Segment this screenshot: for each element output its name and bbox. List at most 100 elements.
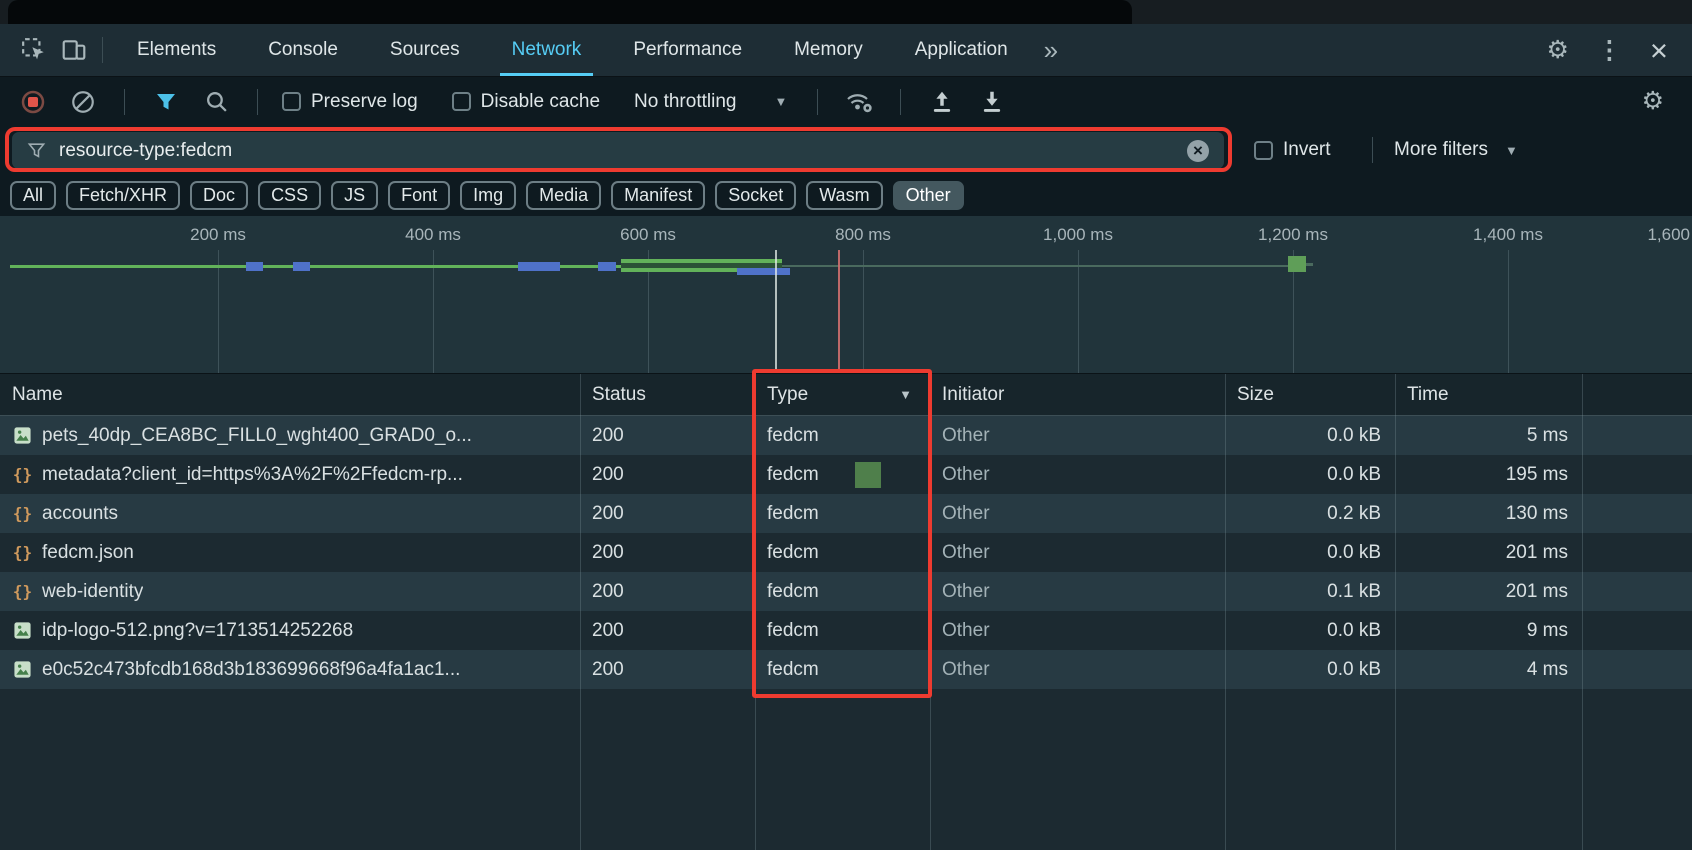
import-har-icon[interactable] xyxy=(925,85,959,119)
request-name-cell[interactable]: accounts xyxy=(0,503,580,525)
column-header-time[interactable]: Time xyxy=(1395,384,1582,406)
request-row[interactable]: fedcm.json 200 fedcm Other 0.0 kB 201 ms xyxy=(0,533,1692,572)
request-size: 0.0 kB xyxy=(1225,464,1395,486)
chip-font[interactable]: Font xyxy=(388,181,450,210)
network-conditions-icon[interactable] xyxy=(842,85,876,119)
checkbox-box xyxy=(1254,141,1273,160)
request-name: fedcm.json xyxy=(42,542,134,564)
tab-console[interactable]: Console xyxy=(242,24,364,76)
filter-icon xyxy=(27,141,46,160)
request-name-cell[interactable]: e0c52c473bfcdb168d3b183699668f96a4fa1ac1… xyxy=(0,659,580,681)
network-overview-timeline[interactable]: 200 ms 400 ms 600 ms 800 ms 1,000 ms 1,2… xyxy=(0,216,1692,374)
chevron-down-icon: ▼ xyxy=(774,94,787,109)
table-header: Name Status Type ▼ Initiator Size Time xyxy=(0,374,1692,416)
timeline-gridline xyxy=(863,250,864,374)
timeline-tick: 1,200 ms xyxy=(1258,225,1328,245)
chip-doc[interactable]: Doc xyxy=(190,181,248,210)
clear-filter-icon[interactable]: × xyxy=(1187,140,1209,162)
tab-memory[interactable]: Memory xyxy=(768,24,889,76)
tab-elements[interactable]: Elements xyxy=(111,24,242,76)
request-status: 200 xyxy=(580,464,755,486)
preserve-log-checkbox[interactable]: Preserve log xyxy=(282,91,418,113)
filter-input[interactable]: resource-type:fedcm × xyxy=(12,132,1224,169)
tab-sources[interactable]: Sources xyxy=(364,24,486,76)
chip-other[interactable]: Other xyxy=(893,181,964,210)
request-status: 200 xyxy=(580,620,755,642)
request-initiator[interactable]: Other xyxy=(930,542,1225,564)
request-initiator[interactable]: Other xyxy=(930,503,1225,525)
image-file-icon xyxy=(12,659,33,680)
request-row[interactable]: accounts 200 fedcm Other 0.2 kB 130 ms xyxy=(0,494,1692,533)
request-name-cell[interactable]: web-identity xyxy=(0,581,580,603)
tab-network[interactable]: Network xyxy=(486,24,608,76)
export-har-icon[interactable] xyxy=(975,85,1009,119)
inspect-element-icon[interactable] xyxy=(14,30,54,70)
chip-js[interactable]: JS xyxy=(331,181,378,210)
request-row[interactable]: pets_40dp_CEA8BC_FILL0_wght400_GRAD0_o..… xyxy=(0,416,1692,455)
invert-filter-checkbox[interactable]: Invert xyxy=(1254,139,1331,161)
filter-toggle-icon[interactable] xyxy=(149,85,183,119)
timeline-tick: 800 ms xyxy=(835,225,891,245)
record-network-log-icon[interactable] xyxy=(16,85,50,119)
chip-img[interactable]: Img xyxy=(460,181,516,210)
throttling-select[interactable]: No throttling ▼ xyxy=(634,91,787,113)
request-name-cell[interactable]: fedcm.json xyxy=(0,542,580,564)
column-separator[interactable] xyxy=(1395,374,1396,850)
chip-fetch-xhr[interactable]: Fetch/XHR xyxy=(66,181,180,210)
request-row[interactable]: web-identity 200 fedcm Other 0.1 kB 201 … xyxy=(0,572,1692,611)
devtools-tab-bar: Elements Console Sources Network Perform… xyxy=(0,24,1692,77)
request-size: 0.0 kB xyxy=(1225,542,1395,564)
column-separator[interactable] xyxy=(930,374,931,850)
column-separator[interactable] xyxy=(1225,374,1226,850)
request-row[interactable]: e0c52c473bfcdb168d3b183699668f96a4fa1ac1… xyxy=(0,650,1692,689)
request-row[interactable]: metadata?client_id=https%3A%2F%2Ffedcm-r… xyxy=(0,455,1692,494)
request-initiator[interactable]: Other xyxy=(930,464,1225,486)
tab-application[interactable]: Application xyxy=(889,24,1034,76)
column-header-initiator[interactable]: Initiator xyxy=(930,384,1225,406)
divider xyxy=(1372,137,1373,163)
request-initiator[interactable]: Other xyxy=(930,659,1225,681)
request-name-cell[interactable]: metadata?client_id=https%3A%2F%2Ffedcm-r… xyxy=(0,464,580,486)
requests-table: Name Status Type ▼ Initiator Size Time p… xyxy=(0,374,1692,850)
request-initiator[interactable]: Other xyxy=(930,581,1225,603)
search-icon[interactable] xyxy=(199,85,233,119)
request-type: fedcm xyxy=(755,464,930,486)
request-initiator[interactable]: Other xyxy=(930,425,1225,447)
timeline-tick: 400 ms xyxy=(405,225,461,245)
filter-query-text: resource-type:fedcm xyxy=(59,140,232,162)
device-toolbar-icon[interactable] xyxy=(54,30,94,70)
chip-wasm[interactable]: Wasm xyxy=(806,181,882,210)
column-header-type[interactable]: Type ▼ xyxy=(755,384,930,406)
network-settings-gear-icon[interactable]: ⚙ xyxy=(1642,89,1664,114)
timeline-gridline xyxy=(1508,250,1509,374)
request-name-cell[interactable]: pets_40dp_CEA8BC_FILL0_wght400_GRAD0_o..… xyxy=(0,425,580,447)
chip-socket[interactable]: Socket xyxy=(715,181,796,210)
more-filters-dropdown[interactable]: More filters ▼ xyxy=(1394,126,1518,174)
column-header-status[interactable]: Status xyxy=(580,384,755,406)
timeline-tick: 1,000 ms xyxy=(1043,225,1113,245)
json-file-icon xyxy=(12,581,33,602)
network-filter-row: resource-type:fedcm × Invert More filter… xyxy=(0,126,1692,174)
chip-css[interactable]: CSS xyxy=(258,181,321,210)
chip-media[interactable]: Media xyxy=(526,181,601,210)
clear-network-log-icon[interactable] xyxy=(66,85,100,119)
request-time: 4 ms xyxy=(1395,659,1582,681)
more-tabs-icon[interactable]: » xyxy=(1034,35,1068,66)
request-name-cell[interactable]: idp-logo-512.png?v=1713514252268 xyxy=(0,620,580,642)
column-separator[interactable] xyxy=(755,374,756,850)
chip-all[interactable]: All xyxy=(10,181,56,210)
column-header-name[interactable]: Name xyxy=(0,384,580,406)
tab-label: Network xyxy=(512,39,582,61)
disable-cache-checkbox[interactable]: Disable cache xyxy=(452,91,600,113)
tab-performance[interactable]: Performance xyxy=(607,24,768,76)
request-row[interactable]: idp-logo-512.png?v=1713514252268 200 fed… xyxy=(0,611,1692,650)
close-devtools-icon[interactable]: × xyxy=(1650,35,1668,66)
chip-manifest[interactable]: Manifest xyxy=(611,181,705,210)
settings-gear-icon[interactable]: ⚙ xyxy=(1546,38,1568,63)
kebab-menu-icon[interactable]: ⋮ xyxy=(1597,38,1622,63)
request-initiator[interactable]: Other xyxy=(930,620,1225,642)
column-separator[interactable] xyxy=(580,374,581,850)
column-separator[interactable] xyxy=(1582,374,1583,850)
request-name: idp-logo-512.png?v=1713514252268 xyxy=(42,620,353,642)
column-header-size[interactable]: Size xyxy=(1225,384,1395,406)
